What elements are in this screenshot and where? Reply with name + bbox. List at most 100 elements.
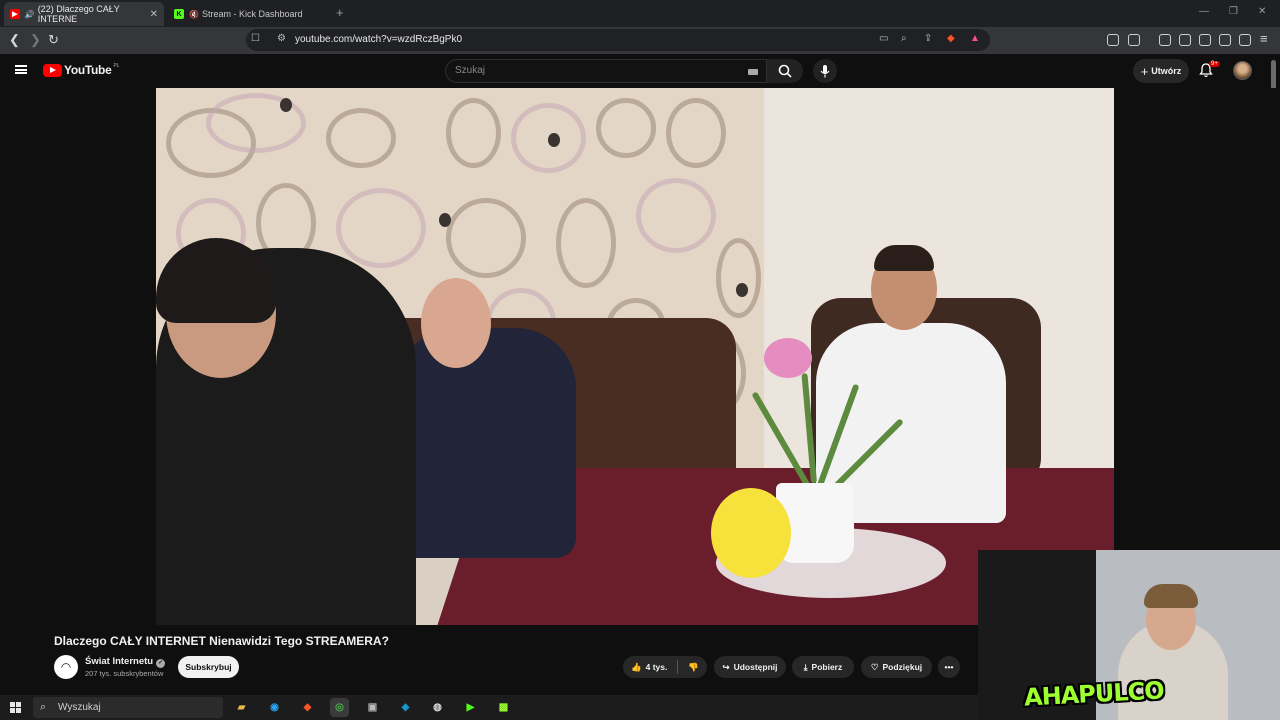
address-bar[interactable]: ☐ ⚙ youtube.com/watch?v=wzdRczBgPk0 ▭ ⌕ … [246, 29, 990, 51]
youtube-masthead: YouTube PL Szukaj + Utwórz 9+ [0, 54, 1280, 88]
site-info-icon[interactable]: ⚙ [277, 33, 286, 44]
like-button[interactable]: 👍 4 tys. [631, 662, 667, 673]
leo-ai-icon[interactable] [1219, 34, 1231, 46]
edge-icon[interactable]: ◉ [265, 698, 284, 717]
wallpaper-oval [636, 178, 716, 253]
tab-kick[interactable]: K 🔇 Stream - Kick Dashboard [168, 2, 328, 26]
wallpaper-oval [326, 108, 396, 168]
close-tab-icon[interactable]: ✕ [150, 9, 158, 20]
region-code: PL [113, 63, 120, 69]
like-dislike-group: 👍 4 tys. 👎 [623, 656, 707, 678]
close-window-icon[interactable]: ✕ [1258, 6, 1266, 17]
video-frame[interactable] [156, 88, 1114, 625]
share-icon: ↪ [722, 661, 730, 672]
thumbs-down-icon: 👎 [688, 661, 699, 672]
back-icon[interactable]: ❮ [9, 32, 20, 48]
search-input[interactable]: Szukaj [445, 59, 767, 83]
steam-icon[interactable]: ◈ [396, 698, 415, 717]
search-placeholder: Szukaj [455, 65, 486, 76]
more-actions-button[interactable]: ••• [938, 656, 960, 678]
youtube-logo[interactable]: YouTube PL [43, 63, 120, 77]
share-button[interactable]: ↪ Udostępnij [714, 656, 786, 678]
wallpaper-dot [280, 98, 292, 112]
yellow-toy-chick [711, 488, 791, 578]
minimize-icon[interactable]: — [1199, 6, 1209, 17]
reload-icon[interactable]: ↻ [48, 32, 59, 48]
taskbar-search[interactable]: ⌕ Wyszukaj [33, 697, 223, 718]
voice-search-button[interactable] [813, 59, 837, 83]
browser-toolbar: ❮ ❯ ↻ ☐ ⚙ youtube.com/watch?v=wzdRczBgPk… [0, 27, 1280, 54]
subscribe-button[interactable]: Subskrybuj [178, 656, 239, 678]
screenshot-icon[interactable] [1128, 34, 1140, 46]
streaming-app-icon[interactable]: ▩ [494, 698, 513, 717]
bookmark-icon[interactable]: ☐ [251, 33, 260, 44]
restore-icon[interactable]: ❐ [1229, 6, 1238, 17]
kick-favicon-icon: K [174, 9, 184, 19]
app-icon[interactable]: ▣ [363, 698, 382, 717]
young-man-head [421, 278, 491, 368]
browser-tab-strip: ▶ 🔊 (22) Dlaczego CAŁY INTERNE ✕ K 🔇 Str… [0, 0, 1280, 27]
vpn-icon[interactable] [1239, 34, 1251, 46]
like-count: 4 tys. [645, 662, 668, 672]
chrome-icon[interactable]: ◎ [330, 698, 349, 717]
share-page-icon[interactable]: ⇪ [924, 33, 932, 44]
wallpaper-dot [439, 213, 451, 227]
wallpaper-oval [596, 98, 656, 158]
file-explorer-icon[interactable]: ▰ [232, 698, 251, 717]
dislike-button[interactable]: 👎 [688, 662, 699, 673]
video-player-area[interactable] [0, 88, 1280, 625]
search-button[interactable] [767, 59, 803, 83]
streamer-webcam-overlay: AHAPULCO [978, 550, 1280, 720]
hamburger-menu-icon[interactable] [15, 65, 27, 74]
pink-flower [764, 338, 812, 378]
cast-icon[interactable]: ▭ [879, 33, 888, 44]
tab-youtube[interactable]: ▶ 🔊 (22) Dlaczego CAŁY INTERNE ✕ [4, 2, 164, 26]
sidebar-icon[interactable] [1179, 34, 1191, 46]
streamer-hair [1144, 584, 1198, 608]
download-button[interactable]: ⤓ Pobierz [792, 656, 854, 678]
create-label: Utwórz [1151, 66, 1182, 76]
brave-rewards-icon[interactable]: ▲ [970, 33, 980, 44]
search-icon [778, 64, 792, 78]
muted-icon: 🔇 [189, 9, 199, 19]
obs-icon[interactable]: ◍ [428, 698, 447, 717]
wallpaper-oval [666, 98, 726, 168]
video-metadata: Dlaczego CAŁY INTERNET Nienawidzi Tego S… [0, 625, 978, 695]
search-icon: ⌕ [40, 701, 47, 713]
man-hair [874, 245, 934, 271]
forward-icon[interactable]: ❯ [30, 32, 41, 48]
more-icon: ••• [944, 662, 954, 672]
brave-shields-icon[interactable]: ◆ [947, 33, 955, 44]
music-icon[interactable] [1159, 34, 1171, 46]
download-icon: ⤓ [803, 661, 808, 672]
account-avatar[interactable] [1233, 61, 1252, 80]
zoom-icon[interactable]: ⌕ [901, 33, 907, 44]
windows-start-icon[interactable] [10, 702, 21, 713]
thanks-button[interactable]: ♡ Podziękuj [861, 656, 932, 678]
verified-icon: ✓ [156, 659, 166, 668]
kick-icon[interactable]: ▶ [461, 698, 480, 717]
divider [677, 660, 679, 674]
new-tab-button[interactable]: + [336, 5, 344, 20]
youtube-play-icon [43, 63, 62, 77]
brave-icon[interactable]: ◆ [298, 698, 317, 717]
thumbs-up-icon: 👍 [631, 661, 642, 672]
create-button[interactable]: + Utwórz [1133, 59, 1189, 83]
channel-name-row[interactable]: Świat Internetu ✓ [85, 656, 166, 668]
youtube-logo-text: YouTube [64, 63, 112, 77]
menu-icon[interactable]: ≡ [1260, 31, 1268, 46]
wallet-icon[interactable] [1199, 34, 1211, 46]
video-title: Dlaczego CAŁY INTERNET Nienawidzi Tego S… [54, 634, 389, 648]
young-man-jersey [396, 328, 576, 558]
channel-avatar[interactable]: ◠ [54, 655, 78, 679]
wallpaper-oval [716, 238, 761, 318]
thanks-label: Podziękuj [882, 662, 923, 672]
youtube-favicon-icon: ▶ [10, 9, 20, 19]
keyboard-icon[interactable] [748, 69, 758, 75]
subscriber-count: 207 tys. subskrybentów [85, 669, 164, 678]
extensions-icon[interactable] [1107, 34, 1119, 46]
wallpaper-oval [336, 188, 426, 268]
wallpaper-oval [446, 198, 526, 278]
plus-icon: + [1140, 63, 1149, 79]
audio-playing-icon: 🔊 [24, 9, 35, 19]
